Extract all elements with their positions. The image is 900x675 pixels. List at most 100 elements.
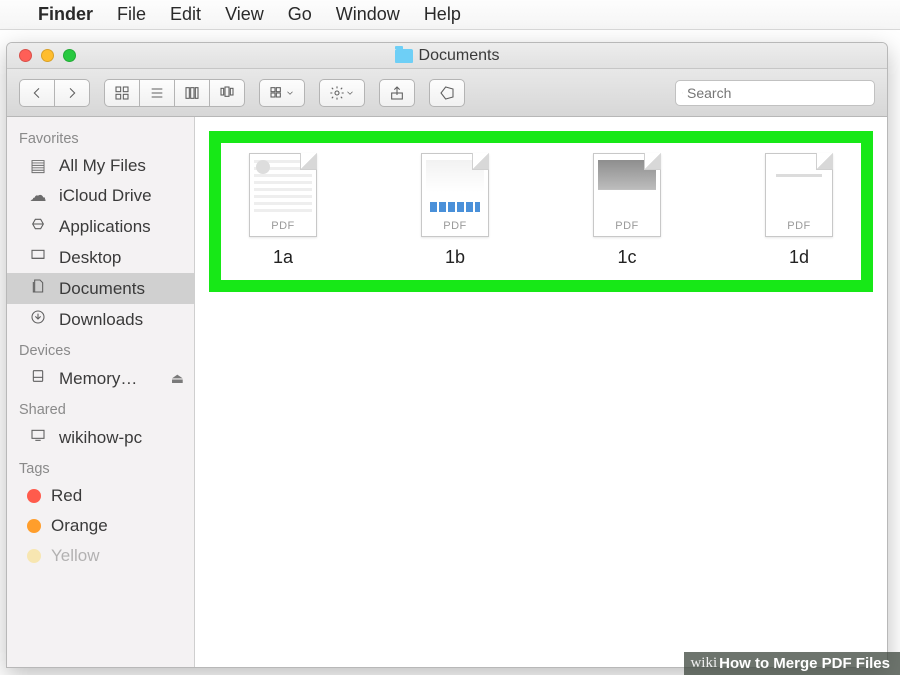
tags-button[interactable] <box>429 79 465 107</box>
forward-button[interactable] <box>54 79 90 107</box>
wikihow-watermark: wikiHow to Merge PDF Files <box>684 652 900 675</box>
pdf-thumbnail: PDF <box>765 153 833 237</box>
sidebar-item-label: Yellow <box>51 546 100 566</box>
sidebar-section-tags: Tags <box>7 453 194 481</box>
tag-icon <box>439 85 455 101</box>
back-button[interactable] <box>19 79 54 107</box>
file-type-badge: PDF <box>422 220 488 232</box>
sidebar-item-label: iCloud Drive <box>59 186 152 206</box>
sidebar-section-shared: Shared <box>7 394 194 422</box>
file-item[interactable]: PDF 1a <box>233 153 333 268</box>
eject-icon[interactable]: ⏏ <box>171 370 184 387</box>
share-button[interactable] <box>379 79 415 107</box>
tag-dot-icon <box>27 489 41 503</box>
folder-icon <box>395 49 413 63</box>
chevron-down-icon <box>285 85 295 101</box>
toolbar <box>7 69 887 117</box>
sidebar-item-label: Desktop <box>59 248 121 268</box>
file-item[interactable]: PDF 1c <box>577 153 677 268</box>
coverflow-icon <box>219 85 235 101</box>
window-body: Favorites ▤ All My Files ☁ iCloud Drive … <box>7 117 887 667</box>
annotation-highlight: PDF 1a PDF 1b PDF 1c <box>209 131 873 292</box>
sidebar-item-downloads[interactable]: Downloads <box>7 304 194 335</box>
sidebar-item-all-my-files[interactable]: ▤ All My Files <box>7 151 194 181</box>
pdf-thumbnail: PDF <box>249 153 317 237</box>
chevron-right-icon <box>64 85 80 101</box>
list-icon <box>149 85 165 101</box>
sidebar-section-devices: Devices <box>7 335 194 363</box>
file-type-badge: PDF <box>766 220 832 232</box>
sidebar-item-memory[interactable]: Memory… ⏏ <box>7 363 194 394</box>
menu-help[interactable]: Help <box>424 4 461 25</box>
sidebar-item-label: wikihow-pc <box>59 428 142 448</box>
sidebar-tag-red[interactable]: Red <box>7 481 194 511</box>
pdf-thumbnail: PDF <box>593 153 661 237</box>
window-title: Documents <box>7 47 887 65</box>
view-mode-buttons <box>104 79 245 107</box>
sidebar-tag-yellow[interactable]: Yellow <box>7 541 194 571</box>
sidebar-item-desktop[interactable]: Desktop <box>7 242 194 273</box>
menu-edit[interactable]: Edit <box>170 4 201 25</box>
watermark-brand-prefix: wiki <box>690 655 717 672</box>
menu-view[interactable]: View <box>225 4 264 25</box>
file-type-badge: PDF <box>594 220 660 232</box>
tag-dot-icon <box>27 549 41 563</box>
file-item[interactable]: PDF 1b <box>405 153 505 268</box>
sidebar-item-label: Documents <box>59 279 145 299</box>
menu-file[interactable]: File <box>117 4 146 25</box>
icon-view-button[interactable] <box>104 79 139 107</box>
file-type-badge: PDF <box>250 220 316 232</box>
search-input[interactable] <box>687 85 868 101</box>
list-view-button[interactable] <box>139 79 174 107</box>
sidebar-section-favorites: Favorites <box>7 123 194 151</box>
search-field[interactable] <box>675 80 875 106</box>
menu-window[interactable]: Window <box>336 4 400 25</box>
chevron-down-icon <box>345 85 355 101</box>
gear-icon <box>329 85 345 101</box>
drive-icon <box>27 368 49 389</box>
coverflow-view-button[interactable] <box>209 79 245 107</box>
sidebar-item-label: Downloads <box>59 310 143 330</box>
sidebar-item-label: Orange <box>51 516 108 536</box>
sidebar-tag-orange[interactable]: Orange <box>7 511 194 541</box>
action-button[interactable] <box>319 79 365 107</box>
computer-icon <box>27 427 49 448</box>
share-icon <box>389 85 405 101</box>
sidebar-item-applications[interactable]: Applications <box>7 211 194 242</box>
content-area[interactable]: PDF 1a PDF 1b PDF 1c <box>195 117 887 667</box>
menu-go[interactable]: Go <box>288 4 312 25</box>
sidebar-item-label: Memory… <box>59 369 137 389</box>
system-menubar: Finder File Edit View Go Window Help <box>0 0 900 30</box>
grid-icon <box>114 85 130 101</box>
sidebar-item-wikihow-pc[interactable]: wikihow-pc <box>7 422 194 453</box>
documents-icon <box>27 278 49 299</box>
file-label: 1d <box>749 247 849 268</box>
sidebar-item-documents[interactable]: Documents <box>7 273 194 304</box>
chevron-left-icon <box>29 85 45 101</box>
sidebar: Favorites ▤ All My Files ☁ iCloud Drive … <box>7 117 195 667</box>
watermark-text: How to Merge PDF Files <box>719 655 890 672</box>
sidebar-item-label: All My Files <box>59 156 146 176</box>
finder-window: Documents <box>6 42 888 668</box>
column-view-button[interactable] <box>174 79 209 107</box>
columns-icon <box>184 85 200 101</box>
file-label: 1a <box>233 247 333 268</box>
app-menu[interactable]: Finder <box>38 4 93 25</box>
window-title-text: Documents <box>419 47 500 65</box>
nav-buttons <box>19 79 90 107</box>
pdf-thumbnail: PDF <box>421 153 489 237</box>
cloud-icon: ☁ <box>27 186 49 206</box>
file-label: 1b <box>405 247 505 268</box>
tag-dot-icon <box>27 519 41 533</box>
window-titlebar[interactable]: Documents <box>7 43 887 69</box>
file-label: 1c <box>577 247 677 268</box>
sidebar-item-label: Red <box>51 486 82 506</box>
all-files-icon: ▤ <box>27 156 49 176</box>
sidebar-item-icloud-drive[interactable]: ☁ iCloud Drive <box>7 181 194 211</box>
arrange-icon <box>269 85 285 101</box>
arrange-button[interactable] <box>259 79 305 107</box>
desktop-icon <box>27 247 49 268</box>
sidebar-item-label: Applications <box>59 217 151 237</box>
downloads-icon <box>27 309 49 330</box>
file-item[interactable]: PDF 1d <box>749 153 849 268</box>
